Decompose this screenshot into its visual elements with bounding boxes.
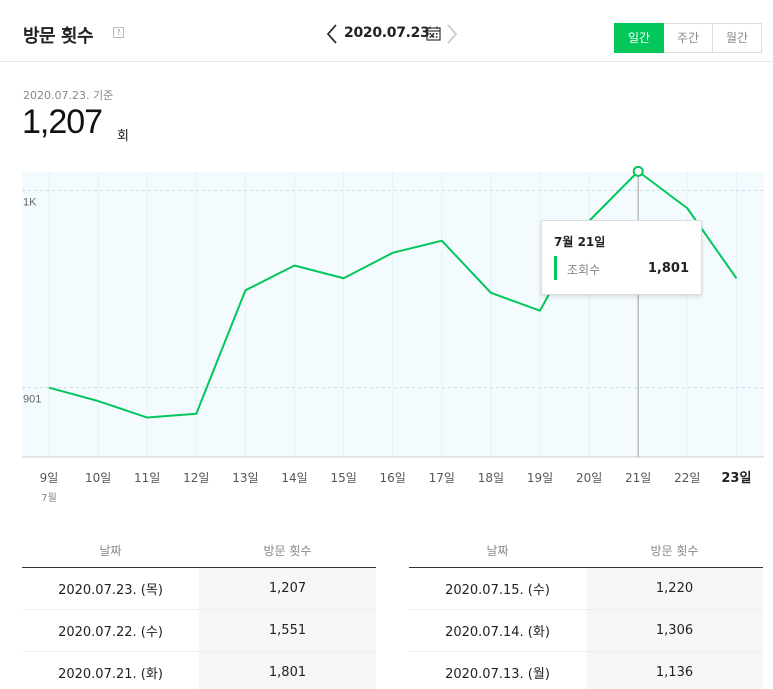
total-unit: 회 bbox=[117, 129, 129, 144]
cell-count: 1,551 bbox=[199, 609, 376, 652]
tooltip-title: 7월 21일 bbox=[554, 235, 606, 249]
x-tick-label: 14일 bbox=[281, 471, 307, 485]
y-tick-label: 901 bbox=[23, 394, 41, 406]
x-tick-label: 19일 bbox=[527, 471, 553, 485]
x-tick-label: 10일 bbox=[85, 471, 111, 485]
highlight-point bbox=[632, 165, 644, 177]
cell-count: 1,136 bbox=[586, 651, 763, 689]
page-title: 방문 횟수 bbox=[23, 26, 94, 47]
x-tick-label: 12일 bbox=[183, 471, 209, 485]
column-header-date: 날짜 bbox=[409, 535, 586, 568]
x-tick-label: 11일 bbox=[134, 471, 160, 485]
header: 방문 횟수 ? 2020.07.23. 일간 주간 월간 bbox=[0, 0, 773, 62]
column-header-count: 방문 횟수 bbox=[199, 535, 376, 568]
tab-daily[interactable]: 일간 bbox=[614, 23, 664, 53]
cell-date: 2020.07.14. (화) bbox=[409, 609, 586, 652]
table-row: 2020.07.23. (목) 1,207 bbox=[22, 567, 376, 610]
x-tick-label: 23일 bbox=[721, 471, 751, 486]
period-tabs: 일간 주간 월간 bbox=[614, 23, 762, 53]
x-month-label: 7월 bbox=[41, 492, 57, 504]
cell-count: 1,220 bbox=[586, 567, 763, 610]
x-tick-label: 21일 bbox=[625, 471, 651, 485]
table-row: 2020.07.15. (수) 1,220 bbox=[409, 567, 763, 610]
x-tick-label: 15일 bbox=[330, 471, 356, 485]
cell-count: 1,801 bbox=[199, 651, 376, 689]
visits-line-chart[interactable]: 901 1K 9일 10일 11일 12일 13일 14일 15일 16일 17일 18일 19일 20일… bbox=[0, 160, 773, 515]
visits-table-right: 날짜 방문 횟수 2020.07.15. (수) 1,220 2020.07.1… bbox=[409, 535, 763, 689]
table-row: 2020.07.21. (화) 1,801 bbox=[22, 651, 376, 689]
table-row: 2020.07.22. (수) 1,551 bbox=[22, 609, 376, 652]
y-tick-label: 1K bbox=[23, 196, 37, 208]
x-tick-label: 20일 bbox=[576, 471, 602, 485]
table-row: 2020.07.13. (월) 1,136 bbox=[409, 651, 763, 689]
cell-count: 1,306 bbox=[586, 609, 763, 652]
x-tick-label: 9일 bbox=[40, 471, 59, 485]
x-tick-label: 13일 bbox=[232, 471, 258, 485]
chart-tooltip: 7월 21일 조회수 1,801 bbox=[541, 220, 702, 295]
tooltip-series-label: 조회수 bbox=[567, 263, 601, 277]
cell-count: 1,207 bbox=[199, 567, 376, 610]
calendar-icon[interactable] bbox=[426, 26, 441, 41]
cell-date: 2020.07.21. (화) bbox=[22, 651, 199, 689]
cell-date: 2020.07.15. (수) bbox=[409, 567, 586, 610]
reference-date: 2020.07.23. 기준 bbox=[23, 89, 114, 102]
tab-weekly[interactable]: 주간 bbox=[663, 23, 713, 53]
column-header-date: 날짜 bbox=[22, 535, 199, 568]
chevron-left-icon[interactable] bbox=[326, 24, 338, 44]
cell-date: 2020.07.13. (월) bbox=[409, 651, 586, 689]
help-icon[interactable]: ? bbox=[113, 27, 124, 38]
table-row: 2020.07.14. (화) 1,306 bbox=[409, 609, 763, 652]
tooltip-series-marker bbox=[554, 256, 557, 280]
total-count: 1,207 bbox=[22, 103, 103, 141]
x-tick-label: 16일 bbox=[380, 471, 406, 485]
chevron-right-icon[interactable] bbox=[446, 24, 458, 44]
column-header-count: 방문 횟수 bbox=[586, 535, 763, 568]
x-tick-label: 18일 bbox=[478, 471, 504, 485]
tab-monthly[interactable]: 월간 bbox=[712, 23, 762, 53]
x-tick-label: 17일 bbox=[429, 471, 455, 485]
cell-date: 2020.07.23. (목) bbox=[22, 567, 199, 610]
x-tick-label: 22일 bbox=[674, 471, 700, 485]
visits-table-left: 날짜 방문 횟수 2020.07.23. (목) 1,207 2020.07.2… bbox=[22, 535, 376, 689]
tooltip-value: 1,801 bbox=[647, 261, 689, 276]
current-date: 2020.07.23. bbox=[344, 25, 435, 41]
cell-date: 2020.07.22. (수) bbox=[22, 609, 199, 652]
